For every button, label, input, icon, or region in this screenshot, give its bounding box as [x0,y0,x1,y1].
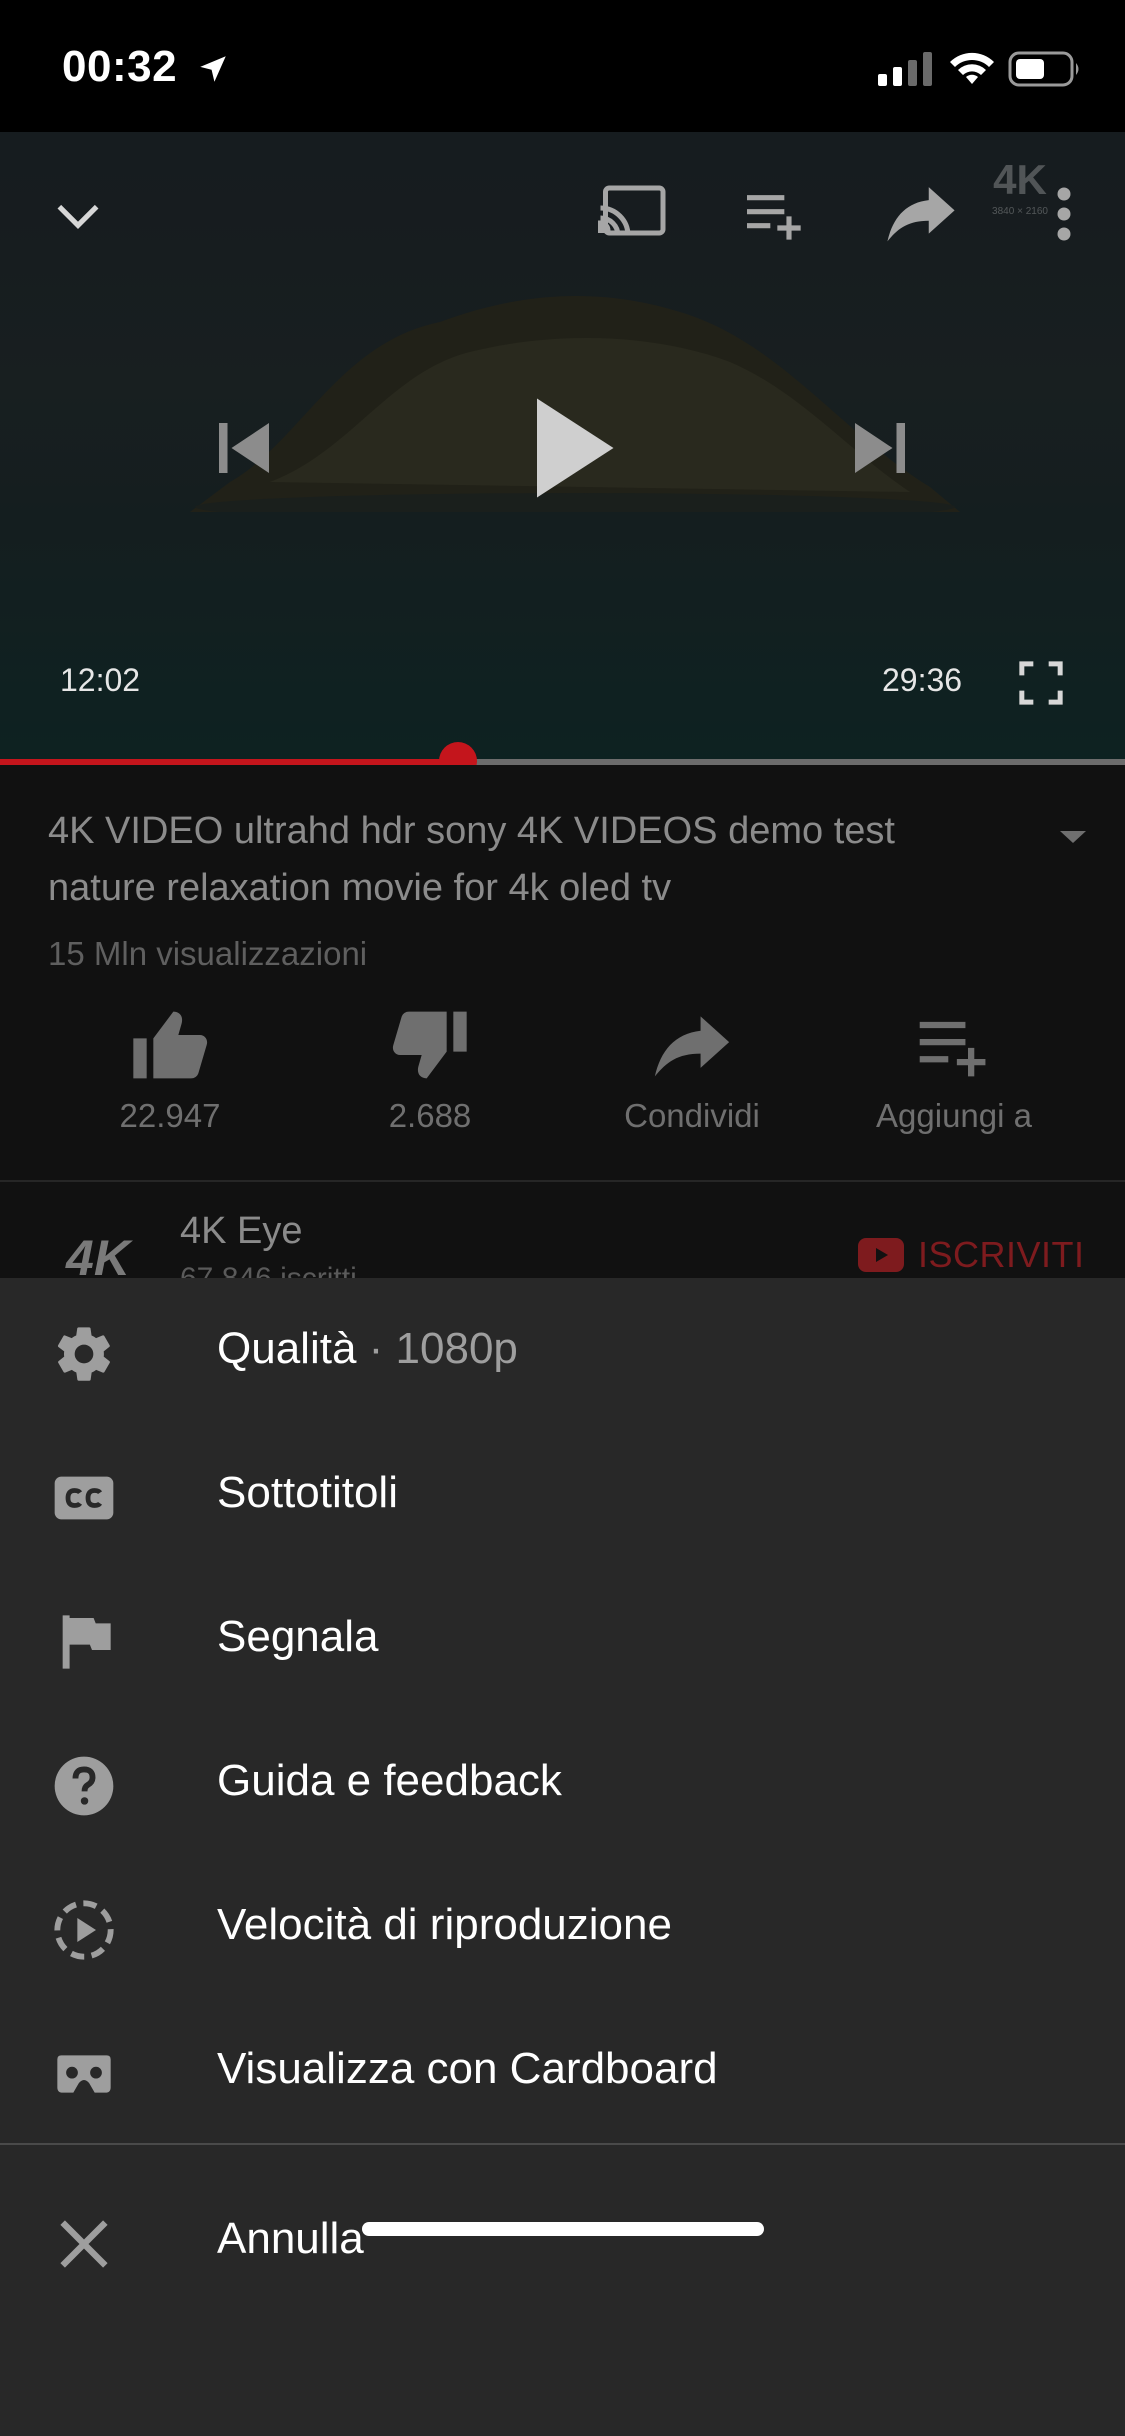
subscribe-button[interactable]: ISCRIVITI [858,1233,1085,1277]
expand-caret-icon[interactable] [1058,827,1088,847]
sheet-divider [0,2143,1125,2145]
channel-avatar[interactable]: 4K [50,1225,146,1285]
gear-icon [57,1327,110,1381]
video-actions: 22.947 2.688 Condividi Aggiungi a [0,1005,1125,1145]
menu-label-subtitles: Sottotitoli [217,1468,398,1517]
status-bar: 00:32 [0,0,1125,132]
menu-label-quality: Qualità [217,1324,357,1373]
playlist-add-icon [919,1021,986,1077]
playback-speed-icon [54,1900,114,1960]
menu-item-report[interactable]: Segnala [0,1566,1125,1710]
signal-icon [878,52,932,86]
video-title[interactable]: 4K VIDEO ultrahd hdr sony 4K VIDEOS demo… [48,803,1008,917]
thumb-down-icon [392,1011,467,1079]
flag-icon [62,1615,111,1669]
next-icon[interactable] [850,418,910,478]
location-arrow-icon [200,56,226,82]
collapse-chevron-icon[interactable] [50,188,106,244]
share-label: Condividi [624,1097,760,1134]
like-button[interactable]: 22.947 [40,1005,300,1135]
channel-name[interactable]: 4K Eye [180,1210,303,1253]
video-player[interactable]: 4K 3840 × 2160 12:02 29:36 [0,132,1125,762]
more-vert-icon[interactable] [1044,184,1084,244]
duration: 29:36 [882,662,963,698]
fullscreen-icon[interactable] [1018,660,1064,706]
add-to-button[interactable]: Aggiungi a [824,1005,1084,1135]
menu-label-help: Guida e feedback [217,1756,562,1805]
share-icon[interactable] [884,182,958,244]
svg-text:3840 × 2160: 3840 × 2160 [992,206,1048,217]
help-icon [54,1756,114,1816]
svg-text:4K: 4K [993,156,1047,203]
like-count: 22.947 [119,1097,221,1134]
quality-value: 1080p [395,1324,518,1373]
cast-icon[interactable] [598,182,668,244]
options-bottom-sheet: Qualità · 1080p Sottotitoli Segnala Guid… [0,1278,1125,2436]
menu-item-cardboard[interactable]: Visualizza con Cardboard [0,1998,1125,2142]
battery-icon [1008,51,1079,87]
dislike-button[interactable]: 2.688 [300,1005,560,1135]
add-to-queue-icon[interactable] [742,186,808,242]
cancel-button[interactable]: Annulla [0,2168,1125,2312]
quality-separator: · [356,1324,396,1373]
subscribe-label: ISCRIVITI [918,1234,1085,1275]
home-indicator[interactable] [362,2222,764,2236]
play-icon[interactable] [528,394,618,502]
closed-captions-icon [54,1476,114,1520]
youtube-logo-icon [858,1238,904,1272]
cardboard-vr-icon [57,2055,111,2093]
dislike-count: 2.688 [388,1097,472,1134]
menu-item-help[interactable]: Guida e feedback [0,1710,1125,1854]
thumb-up-icon [133,1011,208,1079]
menu-item-playback-speed[interactable]: Velocità di riproduzione [0,1854,1125,1998]
previous-icon[interactable] [214,418,274,478]
menu-label-cardboard: Visualizza con Cardboard [217,2044,718,2093]
view-count: 15 Mln visualizzazioni [48,935,368,972]
status-time: 00:32 [62,42,178,91]
current-time: 12:02 [60,662,141,698]
menu-item-subtitles[interactable]: Sottotitoli [0,1422,1125,1566]
menu-item-quality[interactable]: Qualità · 1080p [0,1278,1125,1422]
cancel-label: Annulla [217,2214,364,2263]
close-icon [60,2220,108,2268]
divider [0,1180,1125,1182]
share-icon [654,1016,730,1077]
wifi-icon [950,52,994,84]
video-info: 4K VIDEO ultrahd hdr sony 4K VIDEOS demo… [0,765,1125,1295]
svg-text:4K: 4K [65,1230,134,1285]
menu-label-playback-speed: Velocità di riproduzione [217,1900,672,1949]
add-to-label: Aggiungi a [876,1097,1032,1134]
share-action-button[interactable]: Condividi [562,1005,822,1135]
menu-label-report: Segnala [217,1612,379,1661]
